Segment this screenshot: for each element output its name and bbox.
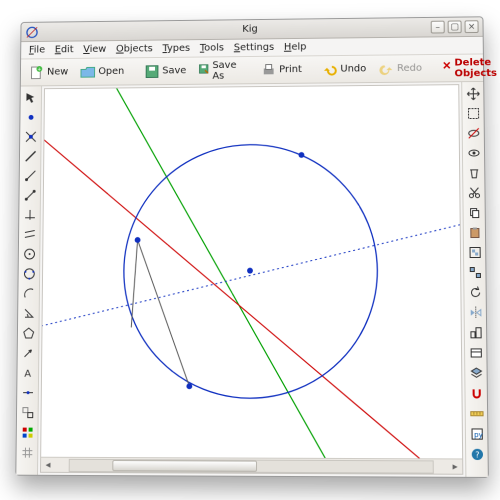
parallel-tool[interactable] [21,227,37,243]
circle-3pts-tool[interactable] [21,266,37,282]
snap-tool[interactable] [468,385,484,401]
open-button[interactable]: Open [76,62,128,82]
ungroup-tool[interactable] [467,264,483,280]
scale-tool[interactable] [467,325,483,341]
app-icon [25,26,39,39]
app-window: Kig – ▢ × File Edit View Objects Types T… [15,16,489,478]
new-button[interactable]: + New [25,62,72,82]
undo-button[interactable]: Undo [318,59,371,79]
pointer-tool[interactable] [23,90,39,106]
menu-settings[interactable]: Settings [230,40,278,55]
menu-types[interactable]: Types [159,41,194,56]
document-new-icon: + [29,65,45,81]
hide-tool[interactable] [465,125,481,141]
trash-tool[interactable] [466,165,482,181]
menu-edit[interactable]: Edit [51,42,78,57]
minimize-button[interactable]: – [431,21,445,34]
save-as-button[interactable]: Save As [194,58,245,84]
copy-tool[interactable] [466,205,482,221]
print-icon [260,62,276,78]
geometry-canvas[interactable] [41,85,462,458]
save-icon [144,63,160,79]
menu-file[interactable]: File [25,43,49,58]
svg-text:?: ? [475,450,479,459]
mirror-tool[interactable] [467,305,483,321]
grid-tool[interactable] [19,445,35,461]
scroll-left-icon[interactable]: ◂ [41,458,55,471]
left-toolbar: A [16,86,42,475]
svg-text:+: + [37,66,41,72]
paste-tool[interactable] [466,225,482,241]
vector-tool[interactable] [20,345,36,361]
transform-tool[interactable] [19,405,35,421]
rotate-tool[interactable] [467,285,483,301]
script-tool[interactable]: py [468,426,484,442]
save-as-icon [198,63,209,79]
show-tool[interactable] [465,145,481,161]
save-button[interactable]: Save [140,61,190,81]
menu-help[interactable]: Help [280,40,310,55]
layers-tool[interactable] [468,365,484,381]
point-tool[interactable] [23,110,39,126]
measure-tool[interactable] [468,406,484,422]
close-button[interactable]: × [465,20,479,33]
menu-tools[interactable]: Tools [196,41,228,56]
context-help-tool[interactable]: ? [469,446,485,462]
svg-text:py: py [474,431,483,439]
menu-view[interactable]: View [79,42,110,57]
svg-text:A: A [24,369,31,380]
delete-icon [442,60,452,76]
print-button[interactable]: Print [257,60,306,80]
horizontal-scrollbar[interactable]: ◂ ▸ [41,457,462,474]
segment-tool[interactable] [22,187,38,203]
redo-icon [378,61,394,77]
redo-button[interactable]: Redo [374,58,426,78]
ray-tool[interactable] [22,168,38,184]
select-tool[interactable] [465,106,481,122]
cut-tool[interactable] [466,185,482,201]
circle-center-tool[interactable] [21,246,37,262]
line-tool[interactable] [22,148,38,164]
midpoint-tool[interactable] [20,385,36,401]
window-title: Kig [242,24,257,35]
move-tool[interactable] [465,86,481,102]
perpendicular-tool[interactable] [22,207,38,223]
folder-open-icon [80,64,96,80]
scroll-right-icon[interactable]: ▸ [448,460,462,473]
menu-objects[interactable]: Objects [112,42,157,57]
delete-objects-button[interactable]: Delete Objects [438,55,500,81]
scrollbar-thumb[interactable] [113,460,258,472]
intersection-tool[interactable] [23,129,39,145]
undo-icon [322,61,338,77]
polygon-tool[interactable] [20,325,36,341]
right-toolbar: py ? [461,82,488,477]
group-tool[interactable] [466,244,482,260]
arc-tool[interactable] [21,286,37,302]
maximize-button[interactable]: ▢ [448,20,462,33]
properties-tool[interactable] [468,345,484,361]
text-label-tool[interactable]: A [20,365,36,381]
colorpicker-tool[interactable] [19,425,35,441]
angle-tool[interactable] [21,305,37,321]
canvas-area: ◂ ▸ [40,84,463,475]
